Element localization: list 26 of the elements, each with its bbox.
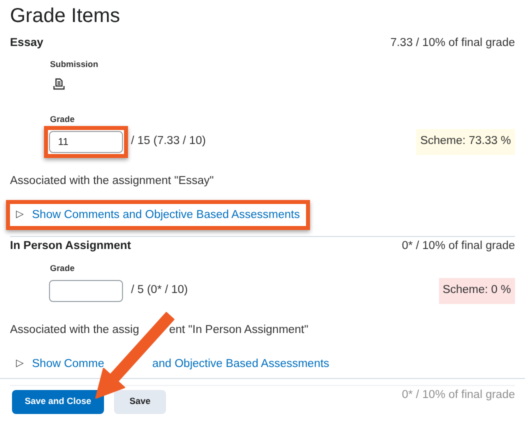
association-text: ent "In Person Assignment": [169, 323, 308, 337]
field-label: Grade: [50, 113, 75, 126]
scheme-badge: Scheme: 73.33 %: [416, 129, 515, 155]
page-title: Grade Items: [10, 4, 120, 29]
save-and-close-button[interactable]: Save and Close: [12, 390, 104, 414]
grade-input[interactable]: [49, 280, 123, 302]
association-text: Associated with the assig: [10, 323, 140, 337]
final-grade-weight: 7.33 / 10% of final grade: [390, 36, 515, 52]
scheme-badge: Scheme: 0 %: [438, 278, 515, 304]
item-title: Essay: [10, 36, 44, 52]
points-out-of: / 5 (0* / 10): [131, 283, 188, 298]
item-title: In Person Assignment: [10, 239, 131, 254]
document-icon: [53, 78, 65, 90]
association-text: Associated with the assignment "Essay": [10, 174, 214, 188]
field-label: Grade: [50, 262, 75, 275]
expand-icon[interactable]: ▷: [16, 207, 24, 223]
show-comments-link[interactable]: Show Comments and Objective Based Assessments: [32, 207, 300, 223]
save-button[interactable]: Save: [114, 390, 166, 414]
expand-icon[interactable]: ▷: [16, 356, 24, 372]
final-grade-weight: 0* / 10% of final grade: [402, 388, 515, 404]
points-out-of: / 15 (7.33 / 10): [131, 134, 206, 150]
show-comments-link[interactable]: and Objective Based Assessments: [152, 356, 330, 372]
grade-input[interactable]: 11: [49, 131, 123, 153]
field-label: Submission: [50, 58, 98, 71]
final-grade-weight: 0* / 10% of final grade: [402, 239, 515, 254]
show-comments-link[interactable]: Show Comme: [32, 356, 104, 372]
